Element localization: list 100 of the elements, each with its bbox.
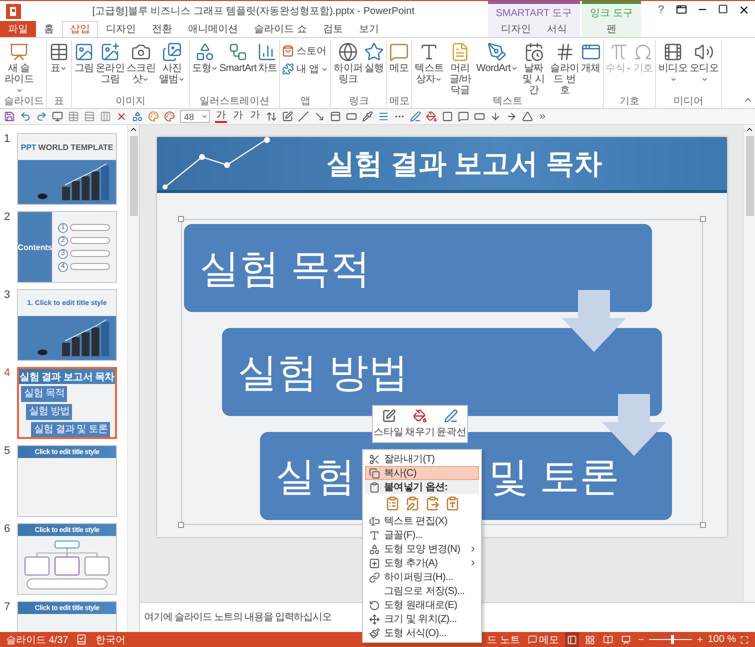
columns-icon[interactable] [100,111,111,122]
clipboard-icon[interactable] [405,496,420,511]
arrow-line-icon[interactable] [314,111,325,122]
menu-item[interactable]: 그림으로 저장(S)... [365,584,479,598]
more-icon[interactable] [538,112,547,121]
menu-item[interactable]: 하이퍼링크(H)... [365,570,479,584]
scroll-thumb[interactable] [130,136,138,216]
process-box[interactable]: 실험 방법 [222,328,662,416]
ribbon-button[interactable]: 머리글/바닥글 [445,40,476,96]
file-tab[interactable]: 파일 [0,21,36,37]
fit-to-window-icon[interactable] [740,634,749,644]
process-box[interactable]: 실험 목적 [184,224,652,312]
ribbon-tab[interactable]: 검토 [314,21,351,37]
ribbon-tab[interactable]: 펜 [598,21,625,37]
palette-icon[interactable] [148,111,159,122]
callout-icon[interactable] [458,111,469,122]
arrow-down-icon[interactable] [490,111,501,122]
selection-handle[interactable] [178,216,184,222]
ribbon-button[interactable]: 슬라이드 번호 [550,40,580,96]
notes-button[interactable]: 드 노트 [485,632,522,646]
ribbon-button[interactable]: 새 슬라이드 [4,40,34,96]
clipboard-icon[interactable] [425,496,440,511]
monitor-icon[interactable] [52,111,63,122]
rows-icon[interactable] [84,111,95,122]
ribbon-tab[interactable]: 슬라이드 쇼 [246,21,315,37]
text-box-icon[interactable] [330,111,341,122]
delete-icon[interactable] [116,111,127,122]
maximize-icon[interactable] [718,4,728,14]
grow-font-button[interactable]: 가 [232,110,244,123]
save-icon[interactable] [4,111,15,122]
spacing-icon[interactable] [266,111,277,122]
ribbon-tab[interactable]: 서식 [538,21,575,37]
rounded-rectangle-icon[interactable] [474,111,485,122]
scroll-up-icon[interactable] [129,125,138,134]
ribbon-tab[interactable]: 전환 [144,21,180,37]
menu-item[interactable]: 도형 추가(A) [365,556,479,570]
rectangle-icon[interactable] [346,111,357,122]
ribbon-button[interactable]: 날짜 및 시간 [518,40,549,96]
ribbon-button[interactable]: 메모 [389,40,410,74]
scrollbar[interactable] [127,125,139,632]
selection-handle[interactable] [178,522,184,528]
ribbon-button[interactable]: 내 앱 [282,62,328,76]
style-icon[interactable] [282,111,293,122]
selection-handle[interactable] [700,216,706,222]
scroll-up-icon[interactable] [745,125,754,134]
slide-thumbnail[interactable]: PPT WORLD TEMPLATE [17,133,117,205]
ribbon-button[interactable]: 사진 앨범 [157,40,187,85]
fill-icon[interactable] [426,111,437,122]
undo-icon[interactable] [20,111,31,122]
palette-icon[interactable] [164,111,175,122]
redo-icon[interactable] [36,111,47,122]
view-button[interactable] [564,632,579,647]
table-icon[interactable] [68,111,79,122]
ribbon-tab[interactable]: 디자인 [98,21,144,37]
shapes-icon[interactable] [132,111,143,122]
line-icon[interactable] [298,111,309,122]
menu-item[interactable]: 크기 및 위치(Z)... [365,612,479,626]
ribbon-button[interactable]: 도형 [192,40,218,74]
scrollbar[interactable] [743,125,755,602]
arrow-right-icon[interactable] [506,111,517,122]
ribbon-button[interactable]: 텍스트 상자 [414,40,444,85]
close-icon[interactable] [738,4,750,16]
ribbon-options-icon[interactable] [676,4,687,15]
menu-item[interactable]: 복사(C) [365,466,479,480]
ribbon-tab[interactable]: 홈 [36,21,62,37]
ribbon-tab[interactable]: 보기 [350,21,387,37]
ribbon-button[interactable]: 차트 [257,40,278,74]
line-weight-icon[interactable] [378,111,389,122]
ribbon-button[interactable]: 스크린샷 [126,40,156,85]
font-size-field[interactable]: 48 [180,110,210,123]
ribbon-button[interactable]: 하이퍼링크 [333,40,364,85]
outline-icon[interactable] [410,111,421,122]
shrink-font-button[interactable]: 가 [249,110,261,123]
ribbon-button[interactable]: 스토어 [282,44,326,58]
ribbon-tab[interactable]: 디자인 [492,21,539,37]
ribbon-button[interactable]: 온라인 그림 [95,40,125,85]
ribbon-button[interactable]: 그림 [74,40,94,74]
menu-item[interactable]: 잘라내기(T) [365,452,479,466]
menu-item[interactable]: 글꼴(F)... [365,528,479,542]
zoom-thumb[interactable] [671,635,674,644]
slide-thumbnail[interactable]: 실험 결과 보고서 목차 실험 목적 실험 방법 실험 결과 및 토론 [17,367,117,439]
ribbon-button[interactable]: 실행 [364,40,384,74]
triangle-icon[interactable] [522,111,533,122]
zoom-in-icon[interactable] [696,635,704,644]
comments-button[interactable]: 메모 [526,632,561,646]
ribbon-tab[interactable]: 삽입 [62,21,98,37]
ribbon-button[interactable]: 표 [49,40,69,74]
clipboard-icon[interactable] [385,496,400,511]
menu-item[interactable]: 도형 모양 변경(N) [365,542,479,556]
square-icon[interactable] [442,111,453,122]
ribbon-button[interactable]: 오디오 [689,40,720,85]
pipette-icon[interactable] [362,111,373,122]
ribbon-button[interactable]: SmartArt [219,40,256,74]
clipboard-icon[interactable] [445,496,460,511]
ribbon-tab[interactable]: 애니메이션 [180,21,246,37]
ribbon-button[interactable]: WordArt [476,40,518,74]
help-button[interactable]: ? [651,1,671,19]
ribbon-button[interactable]: 개체 [580,40,601,74]
ribbon-button[interactable]: 비디오 [658,40,688,85]
proofing-icon[interactable] [76,634,88,645]
